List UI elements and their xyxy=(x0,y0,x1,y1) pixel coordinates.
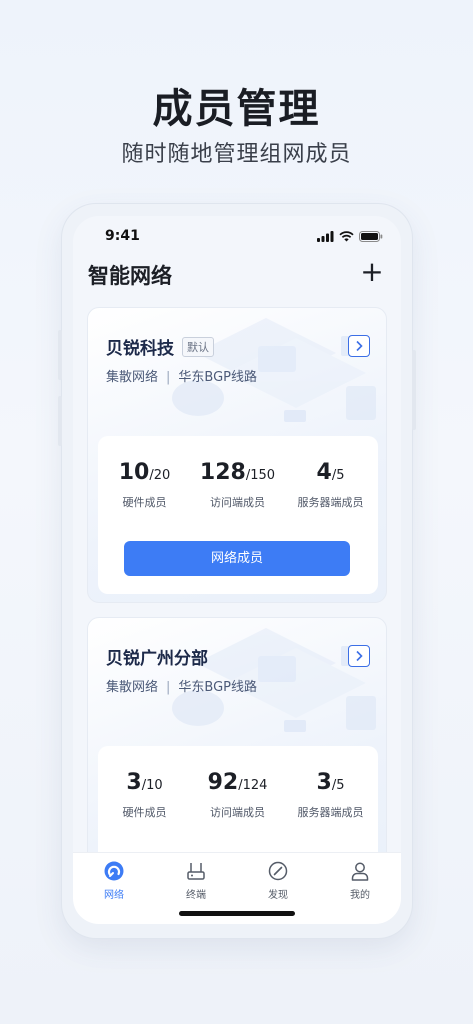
network-type: 集散网络 xyxy=(106,680,159,695)
open-network-button[interactable] xyxy=(348,645,370,667)
signal-icon xyxy=(317,231,334,242)
open-network-button[interactable] xyxy=(348,335,370,357)
promo-subtitle: 随时随地管理组网成员 xyxy=(121,142,352,167)
network-line: 华东BGP线路 xyxy=(178,370,258,385)
stat-hardware: 10/20 硬件成员 xyxy=(98,460,191,510)
network-info: 集散网络 | 华东BGP线路 xyxy=(106,366,257,385)
network-info: 集散网络 | 华东BGP线路 xyxy=(106,676,257,695)
home-indicator xyxy=(179,911,295,916)
network-name: 贝锐广州分部 xyxy=(106,649,208,669)
add-network-button[interactable]: + xyxy=(359,258,385,286)
tab-discover[interactable]: 发现 xyxy=(237,859,319,901)
stat-total: /5 xyxy=(331,468,345,483)
stat-total: /5 xyxy=(331,778,345,793)
network-members-button[interactable]: 网络成员 xyxy=(124,541,350,576)
stat-total: /124 xyxy=(238,778,268,793)
tab-label: 我的 xyxy=(350,890,370,901)
stat-client: 128/150 访问端成员 xyxy=(191,460,284,510)
stat-value: 3 xyxy=(316,770,332,795)
phone-screen: 9:41 智能网络 + 贝锐科技 默认 集散网络 | 华东BGP线路 10/20… xyxy=(73,216,401,924)
person-icon xyxy=(348,859,372,883)
stat-value: 4 xyxy=(316,460,332,485)
stat-value: 128 xyxy=(199,460,246,485)
stat-total: /10 xyxy=(141,778,163,793)
promo-title: 成员管理 xyxy=(152,86,321,132)
stat-label: 硬件成员 xyxy=(122,806,167,819)
stat-value: 92 xyxy=(207,770,239,795)
phone-side-button xyxy=(58,330,62,380)
stat-value: 3 xyxy=(126,770,142,795)
status-time: 9:41 xyxy=(105,228,140,244)
tab-label: 发现 xyxy=(268,890,288,901)
separator: | xyxy=(166,680,171,695)
network-card[interactable]: 贝锐科技 默认 集散网络 | 华东BGP线路 10/20 硬件成员 128/150 … xyxy=(87,307,387,603)
status-icons xyxy=(317,231,383,242)
wifi-icon xyxy=(339,231,354,242)
tab-label: 网络 xyxy=(104,890,124,901)
battery-icon xyxy=(359,231,383,242)
stat-total: /20 xyxy=(149,468,171,483)
network-line: 华东BGP线路 xyxy=(178,680,258,695)
network-name: 贝锐科技 xyxy=(106,339,174,359)
default-tag: 默认 xyxy=(182,336,214,357)
stat-hardware: 3/10 硬件成员 xyxy=(98,770,191,820)
stat-label: 硬件成员 xyxy=(122,496,167,509)
network-type: 集散网络 xyxy=(106,370,159,385)
stat-server: 3/5 服务器端成员 xyxy=(284,770,377,820)
tab-network[interactable]: 网络 xyxy=(73,859,155,901)
tab-label: 终端 xyxy=(186,890,206,901)
stat-value: 10 xyxy=(118,460,150,485)
stats-panel: 10/20 硬件成员 128/150 访问端成员 4/5 服务器端成员 网络成员 xyxy=(98,436,378,594)
stat-server: 4/5 服务器端成员 xyxy=(284,460,377,510)
network-icon xyxy=(102,859,126,883)
stat-label: 服务器端成员 xyxy=(297,496,364,509)
stat-label: 访问端成员 xyxy=(210,496,265,509)
chevron-right-icon xyxy=(356,650,363,662)
phone-side-button xyxy=(412,350,416,430)
stat-total: /150 xyxy=(245,468,276,483)
phone-side-button xyxy=(58,396,62,446)
tab-terminal[interactable]: 终端 xyxy=(155,859,237,901)
chevron-right-icon xyxy=(356,340,363,352)
separator: | xyxy=(166,370,171,385)
stat-label: 服务器端成员 xyxy=(297,806,364,819)
router-icon xyxy=(184,859,208,883)
tab-mine[interactable]: 我的 xyxy=(319,859,401,901)
compass-icon xyxy=(266,859,290,883)
stat-label: 访问端成员 xyxy=(210,806,265,819)
page-title: 智能网络 xyxy=(88,264,172,288)
stat-client: 92/124 访问端成员 xyxy=(191,770,284,820)
status-bar: 9:41 xyxy=(73,228,401,248)
